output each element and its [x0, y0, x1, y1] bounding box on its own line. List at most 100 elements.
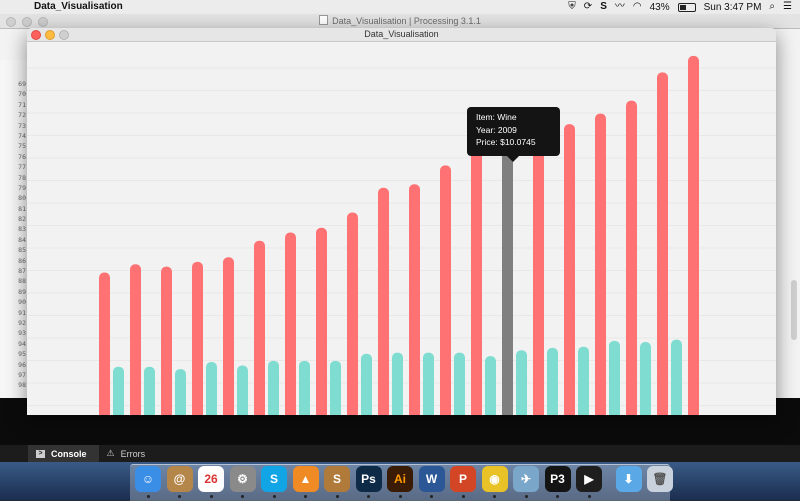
- bar-series-b[interactable]: [113, 366, 124, 415]
- menu-bar: Data_Visualisation ⛨ ⟳ S 〰 ◠ 43% Sun 3:4…: [0, 0, 800, 15]
- processing-icon[interactable]: P3: [544, 466, 571, 492]
- zoom-button[interactable]: [59, 30, 69, 40]
- clock[interactable]: Sun 3:47 PM: [704, 2, 762, 13]
- vlc-icon[interactable]: ▲: [292, 466, 319, 492]
- ide-title-text: Data_Visualisation | Processing 3.1.1: [332, 16, 481, 26]
- line-number: 92: [18, 318, 26, 327]
- running-indicator: [524, 495, 528, 498]
- wifi-icon[interactable]: ◠: [633, 0, 642, 14]
- bar-series-b[interactable]: [671, 339, 682, 415]
- line-number: 78: [18, 173, 26, 182]
- line-number: 76: [18, 152, 26, 161]
- bar-chart[interactable]: [27, 42, 776, 415]
- bar-series-a[interactable]: [657, 72, 668, 415]
- running-indicator: [178, 495, 181, 498]
- battery-percent[interactable]: 43%: [650, 2, 670, 13]
- bar-series-a[interactable]: [440, 165, 451, 415]
- preview-icon[interactable]: ✈: [513, 466, 539, 492]
- scroll-thumb[interactable]: [791, 280, 797, 340]
- quicktime-icon[interactable]: ▶: [576, 466, 602, 492]
- bar-series-a[interactable]: [595, 113, 606, 415]
- calendar-icon[interactable]: 26: [198, 466, 224, 492]
- bar-series-a[interactable]: [99, 272, 110, 415]
- word-icon[interactable]: W: [418, 466, 445, 492]
- bar-series-a[interactable]: [316, 227, 327, 415]
- bar-series-b[interactable]: [206, 362, 217, 415]
- bar-series-a[interactable]: [130, 264, 141, 415]
- close-button[interactable]: [31, 30, 41, 40]
- bar-series-b[interactable]: [361, 353, 372, 415]
- running-indicator: [241, 495, 244, 498]
- app-name-menu[interactable]: Data_Visualisation: [34, 0, 123, 14]
- running-indicator: [367, 495, 370, 498]
- bar-series-a[interactable]: [285, 232, 296, 416]
- scrivener-icon[interactable]: S: [324, 466, 350, 492]
- contacts-icon[interactable]: @: [166, 466, 193, 492]
- bar-series-a[interactable]: [688, 55, 699, 415]
- line-number: 72: [18, 111, 26, 120]
- running-indicator: [493, 495, 496, 498]
- activity-icon[interactable]: 〰: [615, 0, 625, 14]
- bar-series-b[interactable]: [640, 342, 651, 415]
- line-number: 90: [18, 298, 26, 307]
- bar-series-a-highlighted[interactable]: [502, 119, 513, 415]
- ide-zoom-button[interactable]: [38, 17, 48, 27]
- bar-series-a[interactable]: [192, 261, 203, 415]
- bar-series-b[interactable]: [454, 352, 465, 415]
- bar-series-a[interactable]: [223, 257, 234, 415]
- bar-series-b[interactable]: [485, 356, 496, 415]
- bar-series-b[interactable]: [175, 369, 186, 415]
- chrome-icon[interactable]: ◉: [481, 466, 508, 492]
- bar-series-b[interactable]: [392, 352, 403, 415]
- running-indicator: [430, 495, 433, 498]
- bar-series-b[interactable]: [578, 346, 589, 415]
- bar-series-b[interactable]: [609, 340, 620, 415]
- line-number: 91: [18, 308, 26, 317]
- minimize-button[interactable]: [45, 30, 55, 40]
- bar-series-a[interactable]: [378, 187, 389, 415]
- bar-series-b[interactable]: [299, 360, 310, 415]
- tab-errors[interactable]: ⚠ Errors: [99, 445, 158, 462]
- search-icon[interactable]: ⌕: [769, 0, 775, 14]
- line-number: 94: [18, 339, 26, 348]
- bar-series-b[interactable]: [144, 366, 155, 415]
- running-indicator: [209, 495, 213, 498]
- illustrator-icon[interactable]: Ai: [387, 466, 413, 492]
- list-icon[interactable]: ☰: [783, 0, 792, 14]
- trash-icon[interactable]: 🗑: [647, 466, 673, 492]
- bar-series-a[interactable]: [564, 124, 575, 415]
- bar-series-a[interactable]: [533, 133, 544, 415]
- ide-close-button[interactable]: [6, 17, 16, 27]
- bar-series-a[interactable]: [409, 184, 420, 415]
- refresh-icon[interactable]: ⟳: [584, 0, 592, 14]
- bar-series-b[interactable]: [237, 365, 248, 415]
- preferences-icon[interactable]: ⚙: [229, 466, 256, 492]
- bar-series-a[interactable]: [347, 212, 358, 415]
- tab-console[interactable]: > Console: [28, 445, 99, 462]
- ide-minimize-button[interactable]: [22, 17, 32, 27]
- skype-icon[interactable]: S: [261, 466, 287, 492]
- downloads-folder-icon[interactable]: ⬇: [615, 466, 642, 492]
- bar-series-a[interactable]: [254, 240, 265, 415]
- bar-series-a[interactable]: [161, 266, 172, 415]
- editor-scrollbar[interactable]: [788, 250, 800, 400]
- bar-series-b[interactable]: [330, 360, 341, 415]
- console-icon: >: [36, 449, 45, 458]
- line-number: 74: [18, 131, 26, 140]
- bar-series-b[interactable]: [547, 347, 558, 415]
- bar-series-a[interactable]: [626, 100, 637, 415]
- line-number: 93: [18, 329, 26, 338]
- photoshop-icon[interactable]: Ps: [355, 466, 382, 492]
- bar-series-b[interactable]: [423, 352, 434, 415]
- powerpoint-icon[interactable]: P: [450, 466, 476, 492]
- battery-icon[interactable]: [677, 2, 696, 12]
- console-tabs: > Console ⚠ Errors: [0, 445, 800, 462]
- finder-icon[interactable]: ☺: [135, 466, 161, 492]
- line-number: 98: [18, 381, 26, 390]
- shield-icon[interactable]: ⛨: [568, 0, 576, 14]
- bar-series-b[interactable]: [516, 350, 527, 415]
- line-number: 75: [18, 142, 26, 151]
- skype-icon[interactable]: S: [600, 0, 607, 14]
- bar-series-b[interactable]: [268, 360, 279, 415]
- bar-series-a[interactable]: [471, 138, 482, 415]
